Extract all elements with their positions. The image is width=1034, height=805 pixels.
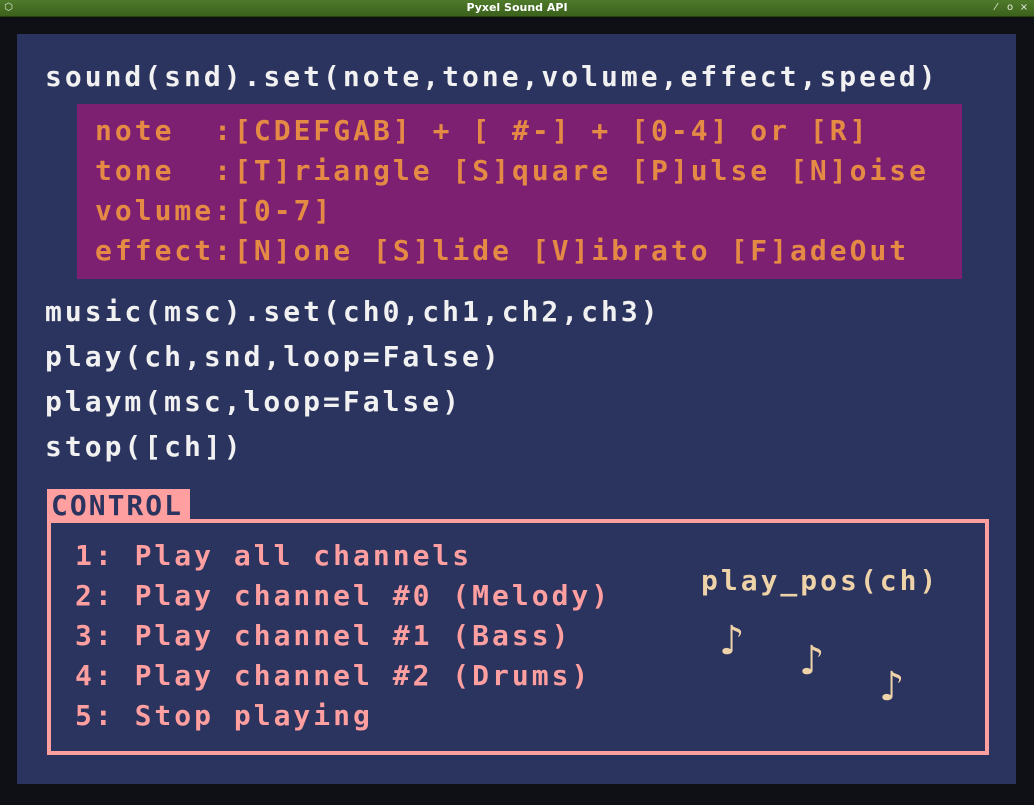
play-signature: play(ch,snd,loop=False) <box>45 340 502 373</box>
control-tab-label: CONTROL <box>51 489 184 522</box>
control-item-3: 3: Play channel #1 (Bass) <box>75 619 572 652</box>
stop-signature: stop([ch]) <box>45 430 244 463</box>
control-item-5: 5: Stop playing <box>75 699 373 732</box>
music-note-icon: ♪ <box>719 618 745 664</box>
maximize-icon[interactable]: o <box>1004 1 1016 14</box>
playm-signature: playm(msc,loop=False) <box>45 385 463 418</box>
close-icon[interactable]: × <box>1018 1 1030 14</box>
control-item-4: 4: Play channel #2 (Drums) <box>75 659 592 692</box>
music-note-icon: ♪ <box>799 638 825 684</box>
sound-params-box: note :[CDEFGAB] + [ #-] + [0-4] or [R] t… <box>77 104 962 279</box>
param-note: note :[CDEFGAB] + [ #-] + [0-4] or [R] <box>95 114 870 147</box>
window-titlebar[interactable]: ⬡ Pyxel Sound API ⁄ o × <box>0 0 1034 17</box>
window-title: Pyxel Sound API <box>466 1 568 14</box>
control-item-2: 2: Play channel #0 (Melody) <box>75 579 612 612</box>
param-effect: effect:[N]one [S]lide [V]ibrato [F]adeOu… <box>95 234 910 267</box>
param-tone: tone :[T]riangle [S]quare [P]ulse [N]ois… <box>95 154 930 187</box>
pin-icon[interactable]: ⁄ <box>990 1 1002 14</box>
control-tab: CONTROL <box>47 489 190 521</box>
music-set-signature: music(msc).set(ch0,ch1,ch2,ch3) <box>45 295 661 328</box>
sound-set-signature: sound(snd).set(note,tone,volume,effect,s… <box>45 60 939 93</box>
play-pos-label: play_pos(ch) <box>701 564 940 597</box>
music-note-icon: ♪ <box>879 664 905 710</box>
control-panel: 1: Play all channels 2: Play channel #0 … <box>47 519 989 755</box>
control-item-1: 1: Play all channels <box>75 539 473 572</box>
pyxel-screen: sound(snd).set(note,tone,volume,effect,s… <box>17 34 1016 784</box>
param-volume: volume:[0-7] <box>95 194 334 227</box>
